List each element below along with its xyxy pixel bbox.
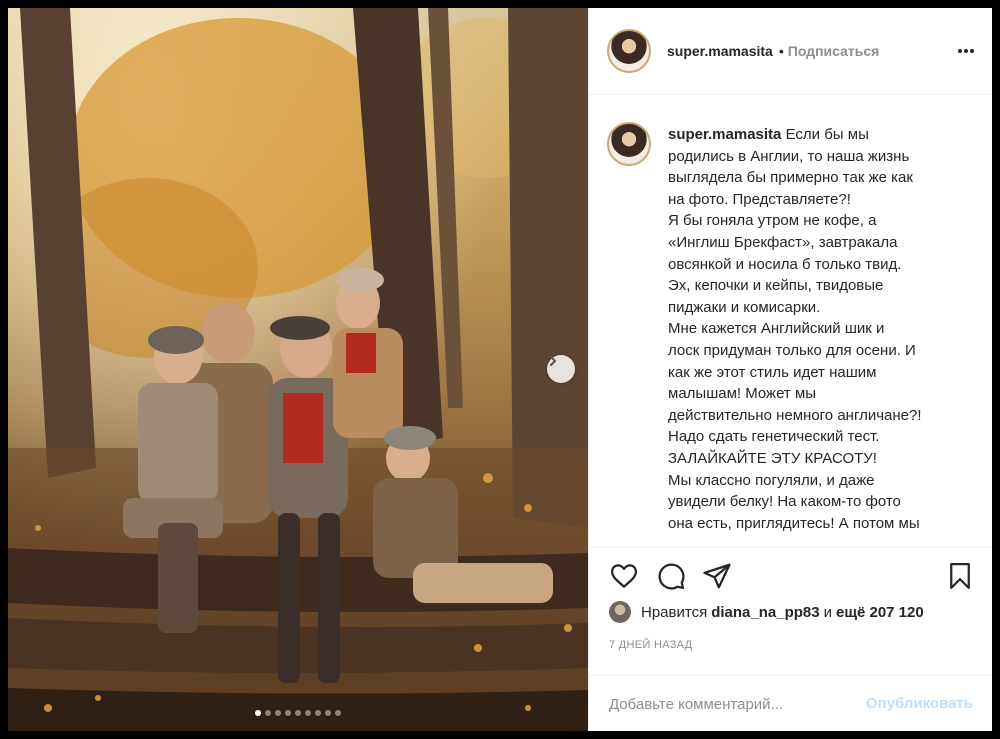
- author-avatar[interactable]: [607, 29, 651, 73]
- caption-line: действительно немного англичане?!: [668, 406, 922, 424]
- post-photo[interactable]: [8, 8, 588, 731]
- caption-line: малышам! Может мы: [668, 385, 817, 403]
- comment-icon[interactable]: [656, 561, 686, 596]
- caption-line: Мы классно погуляли, и даже: [668, 471, 875, 489]
- caption-line: увидели белку! На каком-то фото: [668, 493, 901, 511]
- likes-prefix: Нравится: [641, 603, 708, 621]
- caption-line: она есть, приглядитесь! А потом мы: [668, 514, 920, 532]
- carousel-dot: [325, 710, 331, 716]
- caption-line: как же этот стиль идет нашим: [668, 363, 877, 381]
- caption-line: Я бы гоняла утром не кофе, а: [668, 212, 877, 230]
- carousel-dot: [275, 710, 281, 716]
- caption-line: овсянкой и носила б только твид.: [668, 255, 902, 273]
- caption-line: пиджаки и комисарки.: [668, 298, 821, 316]
- carousel-indicator: [8, 710, 588, 716]
- carousel-next-button[interactable]: [547, 355, 575, 383]
- caption-line: родились в Англии, то наша жизнь: [668, 147, 910, 165]
- paper-plane-icon[interactable]: [702, 561, 732, 596]
- header-separator: •: [778, 43, 784, 59]
- comment-bar: Опубликовать: [589, 675, 992, 731]
- liker-avatar[interactable]: [609, 601, 631, 623]
- caption-line: «Инглиш Брекфаст», завтракала: [668, 233, 898, 251]
- post-caption: super.mamasita Если бы мы родились в Анг…: [668, 124, 968, 534]
- caption-line: Мне кажется Английский шик и: [668, 320, 885, 338]
- follow-button[interactable]: Подписаться: [788, 43, 880, 59]
- caption-line: super.mamasita Если бы мы: [668, 126, 869, 143]
- likes-count-link[interactable]: ещё 207 120: [836, 604, 924, 621]
- heart-icon[interactable]: [609, 561, 639, 596]
- photo-illustration: [8, 8, 588, 731]
- caption-line: Надо сдать генетический тест.: [668, 428, 880, 446]
- likes-summary: Нравится diana_na_pp83 и ещё 207 120: [609, 600, 928, 624]
- caption-line: выглядела бы примерно так же как: [668, 169, 913, 187]
- comment-input[interactable]: [609, 693, 839, 715]
- post-side-panel: super.mamasita • Подписаться super.mamas…: [588, 8, 992, 731]
- caption-line: Эх, кепочки и кейпы, твидовые: [668, 277, 884, 295]
- caption-area: super.mamasita Если бы мы родились в Анг…: [589, 95, 992, 547]
- carousel-dot: [265, 710, 271, 716]
- carousel-dot: [335, 710, 341, 716]
- carousel-dot: [315, 710, 321, 716]
- carousel-dot: [305, 710, 311, 716]
- post-timestamp[interactable]: 7 ДНЕЙ НАЗАД: [609, 639, 692, 651]
- bookmark-icon[interactable]: [946, 561, 974, 596]
- publish-button[interactable]: Опубликовать: [866, 695, 973, 712]
- author-username[interactable]: super.mamasita: [667, 43, 773, 59]
- liker-username[interactable]: diana_na_pp83: [711, 604, 819, 621]
- caption-username[interactable]: super.mamasita: [668, 126, 781, 143]
- carousel-dot: [295, 710, 301, 716]
- more-horizontal-icon[interactable]: [957, 42, 975, 65]
- post-dialog: super.mamasita • Подписаться super.mamas…: [8, 8, 992, 731]
- likes-middle: и: [823, 603, 832, 621]
- caption-avatar[interactable]: [607, 122, 651, 166]
- caption-line: на фото. Представляете?!: [668, 190, 851, 208]
- caption-line: ЗАЛАЙКАЙТЕ ЭТУ КРАСОТУ!: [668, 449, 877, 467]
- carousel-dot: [255, 710, 261, 716]
- carousel-dot: [285, 710, 291, 716]
- post-header: super.mamasita • Подписаться: [589, 8, 992, 95]
- caption-line: лоск придуман только для осени. И: [668, 341, 916, 359]
